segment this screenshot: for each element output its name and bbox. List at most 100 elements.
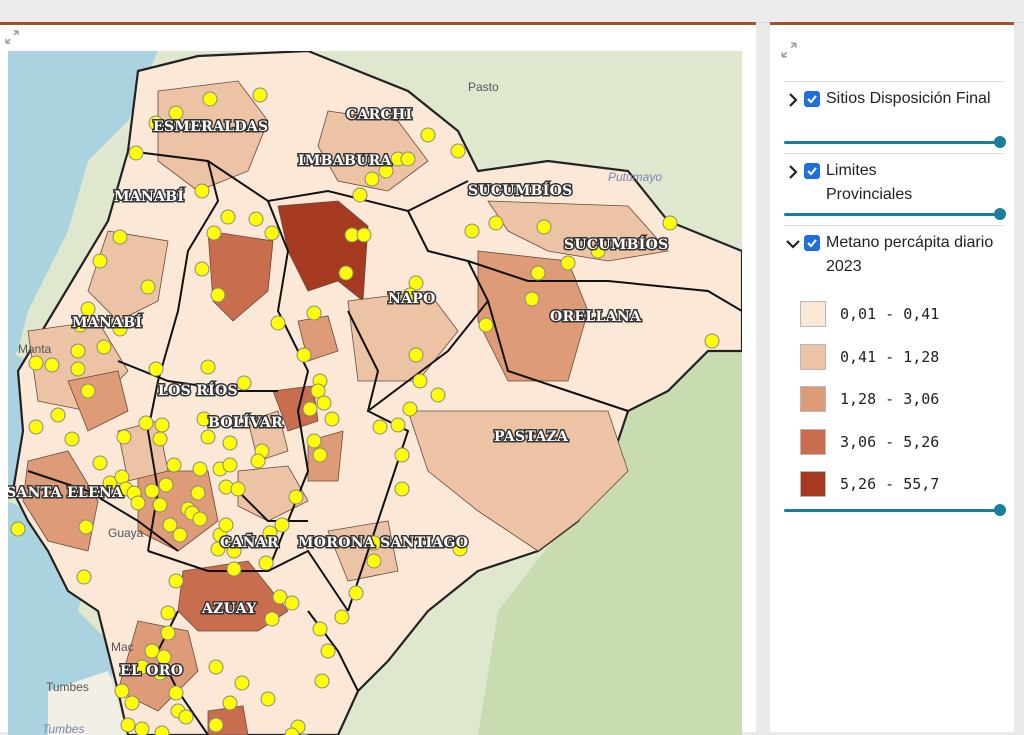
disposal-site-point[interactable] <box>260 691 276 707</box>
chevron-right-icon[interactable] <box>784 91 802 109</box>
disposal-site-point[interactable] <box>252 87 268 103</box>
disposal-site-point[interactable] <box>76 569 92 585</box>
disposal-site-point[interactable] <box>168 105 184 121</box>
disposal-site-point[interactable] <box>364 171 380 187</box>
disposal-site-point[interactable] <box>394 481 410 497</box>
disposal-site-point[interactable] <box>420 127 436 143</box>
disposal-site-point[interactable] <box>128 145 144 161</box>
disposal-site-point[interactable] <box>264 225 280 241</box>
disposal-site-point[interactable] <box>194 261 210 277</box>
opacity-slider[interactable] <box>784 135 1008 149</box>
disposal-site-point[interactable] <box>306 305 322 321</box>
disposal-site-point[interactable] <box>264 611 280 627</box>
chevron-down-icon[interactable] <box>784 235 802 253</box>
disposal-site-point[interactable] <box>10 521 26 537</box>
disposal-site-point[interactable] <box>222 695 238 711</box>
disposal-site-point[interactable] <box>400 151 416 167</box>
disposal-site-point[interactable] <box>284 595 300 611</box>
disposal-site-point[interactable] <box>138 415 154 431</box>
disposal-site-point[interactable] <box>258 555 274 571</box>
disposal-site-point[interactable] <box>450 143 466 159</box>
disposal-site-point[interactable] <box>320 643 336 659</box>
disposal-site-point[interactable] <box>530 265 546 281</box>
disposal-site-point[interactable] <box>92 253 108 269</box>
disposal-site-point[interactable] <box>230 481 246 497</box>
chevron-right-icon[interactable] <box>784 163 802 181</box>
layer-checkbox[interactable] <box>804 235 820 251</box>
disposal-site-point[interactable] <box>168 685 184 701</box>
disposal-site-point[interactable] <box>248 211 264 227</box>
disposal-site-point[interactable] <box>338 265 354 281</box>
disposal-site-point[interactable] <box>662 215 678 231</box>
disposal-site-point[interactable] <box>210 287 226 303</box>
disposal-site-point[interactable] <box>96 339 112 355</box>
disposal-site-point[interactable] <box>160 605 176 621</box>
disposal-site-point[interactable] <box>130 495 146 511</box>
disposal-site-point[interactable] <box>334 609 350 625</box>
disposal-site-point[interactable] <box>140 279 156 295</box>
disposal-site-point[interactable] <box>158 477 174 493</box>
disposal-site-point[interactable] <box>478 317 494 333</box>
disposal-site-point[interactable] <box>366 553 382 569</box>
disposal-site-point[interactable] <box>412 373 428 389</box>
disposal-site-point[interactable] <box>222 457 238 473</box>
disposal-site-point[interactable] <box>178 709 194 725</box>
disposal-site-point[interactable] <box>250 453 266 469</box>
disposal-site-point[interactable] <box>356 227 372 243</box>
slider-handle[interactable] <box>994 136 1006 148</box>
disposal-site-point[interactable] <box>152 431 168 447</box>
disposal-site-point[interactable] <box>348 585 364 601</box>
disposal-site-point[interactable] <box>704 333 720 349</box>
disposal-site-point[interactable] <box>202 91 218 107</box>
disposal-site-point[interactable] <box>80 383 96 399</box>
disposal-site-point[interactable] <box>536 219 552 235</box>
disposal-site-point[interactable] <box>324 411 340 427</box>
disposal-site-point[interactable] <box>154 725 170 735</box>
disposal-site-point[interactable] <box>144 483 160 499</box>
disposal-site-point[interactable] <box>50 407 66 423</box>
disposal-site-point[interactable] <box>208 659 224 675</box>
disposal-site-point[interactable] <box>192 511 208 527</box>
disposal-site-point[interactable] <box>270 315 286 331</box>
disposal-site-point[interactable] <box>70 361 86 377</box>
disposal-site-point[interactable] <box>488 215 504 231</box>
disposal-site-point[interactable] <box>78 519 94 535</box>
disposal-site-point[interactable] <box>372 419 388 435</box>
disposal-site-point[interactable] <box>168 573 184 589</box>
disposal-site-point[interactable] <box>44 357 60 373</box>
disposal-site-point[interactable] <box>408 347 424 363</box>
disposal-site-point[interactable] <box>160 625 176 641</box>
disposal-site-point[interactable] <box>70 343 86 359</box>
disposal-site-point[interactable] <box>152 497 168 513</box>
disposal-site-point[interactable] <box>288 489 304 505</box>
disposal-site-point[interactable] <box>274 517 290 533</box>
disposal-site-point[interactable] <box>80 301 96 317</box>
disposal-site-point[interactable] <box>134 721 150 735</box>
expand-arrows-icon[interactable] <box>4 29 20 45</box>
disposal-site-point[interactable] <box>296 347 312 363</box>
disposal-site-point[interactable] <box>28 355 44 371</box>
disposal-site-point[interactable] <box>120 717 136 733</box>
disposal-site-point[interactable] <box>172 527 188 543</box>
disposal-site-point[interactable] <box>92 455 108 471</box>
disposal-site-point[interactable] <box>524 291 540 307</box>
disposal-site-point[interactable] <box>312 621 328 637</box>
disposal-site-point[interactable] <box>154 417 170 433</box>
expand-arrows-icon[interactable] <box>780 41 798 59</box>
disposal-site-point[interactable] <box>222 435 238 451</box>
disposal-site-point[interactable] <box>226 561 242 577</box>
disposal-site-point[interactable] <box>306 433 322 449</box>
disposal-site-point[interactable] <box>402 401 418 417</box>
map-canvas[interactable]: Pasto Putumayo Manta Guaya Mac Tumbes Tu… <box>8 51 742 735</box>
disposal-site-point[interactable] <box>312 447 328 463</box>
disposal-site-point[interactable] <box>200 429 216 445</box>
disposal-site-point[interactable] <box>28 419 44 435</box>
slider-handle[interactable] <box>994 504 1006 516</box>
opacity-slider[interactable] <box>784 207 1008 221</box>
layer-checkbox[interactable] <box>804 163 820 179</box>
disposal-site-point[interactable] <box>166 457 182 473</box>
disposal-site-point[interactable] <box>218 517 234 533</box>
disposal-site-point[interactable] <box>464 223 480 239</box>
disposal-site-point[interactable] <box>156 649 172 665</box>
disposal-site-point[interactable] <box>234 675 250 691</box>
